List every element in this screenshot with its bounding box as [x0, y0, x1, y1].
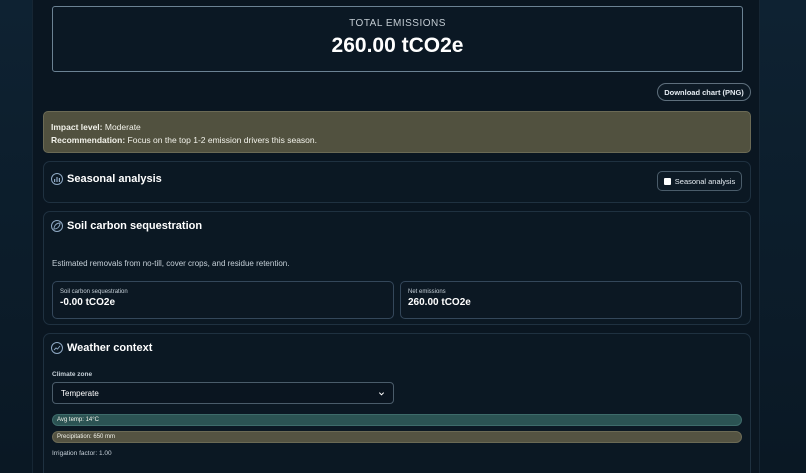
soil-sequestration-metric: Soil carbon sequestration -0.00 tCO2e — [52, 281, 394, 319]
total-emissions-card: TOTAL EMISSIONS 260.00 tCO2e — [52, 6, 743, 72]
impact-level-row: Impact level: Moderate — [51, 121, 743, 134]
impact-level-label: Impact level: — [51, 122, 103, 132]
seasonal-analysis-toggle-label: Seasonal analysis — [674, 176, 736, 186]
precipitation-bar: Precipitation: 650 mm — [52, 431, 742, 443]
soil-carbon-title: Soil carbon sequestration — [67, 220, 203, 232]
total-emissions-value: 260.00 tCO2e — [331, 34, 464, 57]
weather-context-title: Weather context — [67, 342, 153, 354]
seasonal-analysis-card: Seasonal analysis Seasonal analysis — [43, 161, 751, 203]
seasonal-analysis-title: Seasonal analysis — [67, 173, 162, 185]
chevron-down-icon — [378, 391, 385, 395]
soil-carbon-card: Soil carbon sequestration Estimated remo… — [43, 211, 751, 325]
soil-carbon-description: Estimated removals from no-till, cover c… — [52, 259, 290, 268]
checkbox-icon[interactable] — [663, 177, 671, 185]
impact-level-value: Moderate — [104, 122, 141, 132]
climate-zone-value: Temperate — [61, 388, 99, 398]
irrigation-factor: Irrigation factor: 1.00 — [52, 450, 112, 457]
page-gutter-left — [0, 0, 32, 473]
recommendation-label: Recommendation: — [51, 135, 126, 145]
metric-value: 260.00 tCO2e — [408, 297, 471, 308]
climate-zone-select[interactable]: Temperate — [52, 382, 394, 404]
page-gutter-right — [758, 0, 806, 473]
impact-banner: Impact level: Moderate Recommendation: F… — [43, 111, 751, 153]
soil-carbon-header: Soil carbon sequestration — [51, 220, 202, 232]
bar-chart-icon — [51, 173, 63, 185]
weather-icon — [51, 342, 63, 354]
net-emissions-metric: Net emissions 260.00 tCO2e — [400, 281, 742, 319]
avg-temp-label: Avg temp: 14°C — [57, 417, 99, 423]
climate-zone-label: Climate zone — [52, 371, 93, 378]
avg-temp-bar: Avg temp: 14°C — [52, 414, 742, 426]
weather-context-card: Weather context Climate zone Temperate A… — [43, 333, 751, 473]
total-emissions-label: TOTAL EMISSIONS — [349, 18, 446, 29]
seasonal-analysis-toggle[interactable]: Seasonal analysis — [657, 171, 742, 191]
main-panel: TOTAL EMISSIONS 260.00 tCO2e Download ch… — [32, 0, 760, 473]
recommendation-row: Recommendation: Focus on the top 1-2 emi… — [51, 134, 743, 147]
metric-value: -0.00 tCO2e — [60, 297, 116, 308]
recommendation-value: Focus on the top 1-2 emission drivers th… — [127, 135, 317, 145]
metric-label: Net emissions — [408, 289, 446, 295]
download-chart-button[interactable]: Download chart (PNG) — [657, 83, 751, 101]
seasonal-analysis-header: Seasonal analysis — [51, 173, 162, 185]
weather-context-header: Weather context — [51, 342, 152, 354]
metric-label: Soil carbon sequestration — [60, 289, 128, 295]
leaf-icon — [51, 220, 63, 232]
precipitation-label: Precipitation: 650 mm — [57, 434, 116, 440]
